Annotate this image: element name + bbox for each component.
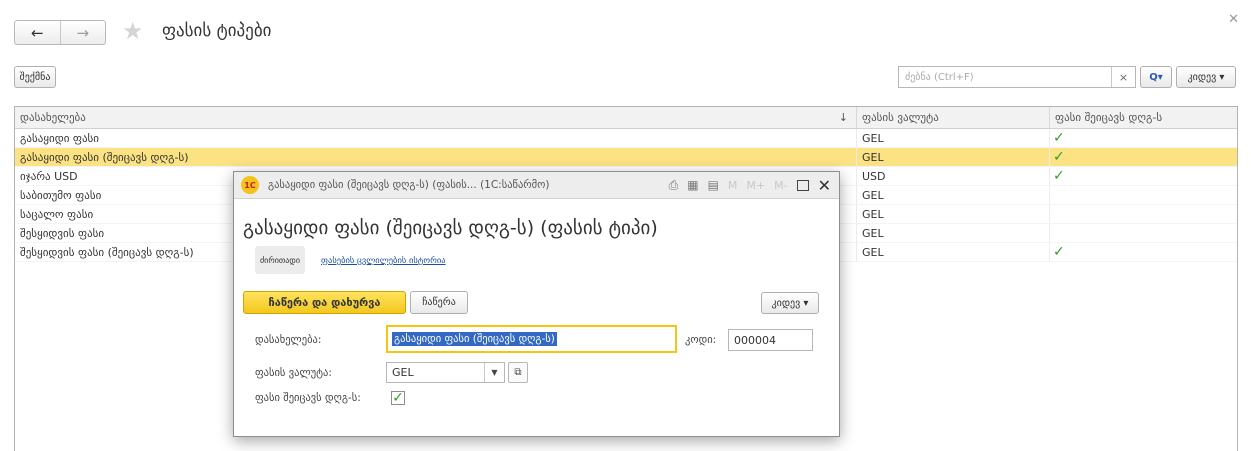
column-header-currency[interactable]: ფასის ვალუტა	[857, 107, 1050, 128]
history-navigation: ← →	[14, 20, 106, 45]
dialog-heading: გასაყიდი ფასი (შეიცავს დღგ-ს) (ფასის ტიპ…	[243, 217, 658, 239]
cell-currency: GEL	[857, 205, 1050, 223]
back-button[interactable]: ←	[15, 21, 60, 44]
tab-price-history[interactable]: ფასების ცვლილების ისტორია	[321, 256, 446, 266]
search-button[interactable]: Q▾	[1140, 66, 1172, 88]
name-value: გასაყიდი ფასი (შეიცავს დღგ-ს)	[392, 332, 557, 346]
more-button[interactable]: კიდევ ▾	[1176, 66, 1236, 88]
tab-main[interactable]: ძირითადი	[255, 246, 305, 274]
create-button[interactable]: შექმნა	[14, 66, 56, 88]
cell-vat	[1050, 224, 1237, 242]
memory-plus-button[interactable]: M+	[746, 179, 765, 192]
code-field[interactable]: 000004	[728, 329, 813, 351]
close-dialog-icon[interactable]: ✕	[818, 176, 831, 195]
titlebar-tools: ⎙ ▦ ▤ M M+ M- ✕	[669, 172, 831, 198]
table-row[interactable]: გასაყიდი ფასი GEL ✓	[15, 129, 1237, 148]
table-header: დასახელება ↓ ფასის ვალუტა ფასი შეიცავს დ…	[15, 107, 1237, 129]
dialog-window-title: გასაყიდი ფასი (შეიცავს დღგ-ს) (ფასის... …	[268, 179, 550, 191]
currency-value: GEL	[392, 366, 414, 379]
open-currency-icon[interactable]: ⧉	[508, 362, 528, 383]
maximize-icon[interactable]	[796, 179, 809, 191]
cell-currency: GEL	[857, 186, 1050, 204]
printer-icon[interactable]: ⎙	[669, 178, 679, 193]
dialog-more-button[interactable]: კიდევ ▾	[761, 292, 819, 314]
check-icon: ✓	[1053, 244, 1065, 260]
close-icon[interactable]: ✕	[1228, 12, 1239, 27]
cell-currency: GEL	[857, 224, 1050, 242]
check-icon: ✓	[1053, 130, 1065, 146]
clear-search-icon[interactable]: ×	[1111, 67, 1135, 87]
cell-vat	[1050, 186, 1237, 204]
arrow-right-icon: →	[76, 23, 90, 42]
column-header-name[interactable]: დასახელება ↓	[15, 107, 857, 128]
cell-name: გასაყიდი ფასი (შეიცავს დღგ-ს)	[15, 148, 857, 166]
arrow-left-icon: ←	[30, 23, 44, 42]
currency-select[interactable]: GEL ▼	[386, 362, 505, 383]
check-icon: ✓	[1053, 149, 1065, 165]
cell-vat	[1050, 205, 1237, 223]
code-label: კოდი:	[685, 334, 717, 346]
vat-included-label: ფასი შეიცავს დღგ-ს:	[255, 392, 361, 404]
page-title: ფასის ტიპები	[162, 21, 272, 41]
search-input[interactable]: ძებნა (Ctrl+F) ×	[898, 66, 1136, 88]
calendar-icon[interactable]: ▤	[708, 178, 719, 192]
memory-button[interactable]: M	[728, 179, 738, 192]
cell-currency: USD	[857, 167, 1050, 185]
column-header-vat[interactable]: ფასი შეიცავს დღგ-ს	[1050, 107, 1237, 128]
cell-name: გასაყიდი ფასი	[15, 129, 857, 147]
dialog-titlebar[interactable]: 1С გასაყიდი ფასი (შეიცავს დღგ-ს) (ფასის.…	[234, 172, 839, 199]
dropdown-arrow-icon[interactable]: ▼	[484, 363, 504, 382]
save-and-close-button[interactable]: ჩაწერა და დახურვა	[243, 291, 406, 314]
cell-currency: GEL	[857, 129, 1050, 147]
star-icon[interactable]: ★	[122, 16, 144, 46]
cell-currency: GEL	[857, 148, 1050, 166]
calculator-icon[interactable]: ▦	[687, 178, 698, 192]
1c-logo-icon: 1С	[241, 176, 259, 194]
check-icon: ✓	[1053, 168, 1065, 184]
memory-minus-button[interactable]: M-	[774, 179, 787, 192]
sort-arrow-icon: ↓	[838, 111, 848, 124]
vat-included-checkbox[interactable]: ✓	[391, 391, 405, 405]
name-field[interactable]: გასაყიდი ფასი (შეიცავს დღგ-ს)	[386, 325, 677, 353]
currency-label: ფასის ვალუტა:	[255, 367, 332, 379]
cell-currency: GEL	[857, 243, 1050, 261]
search-placeholder: ძებნა (Ctrl+F)	[905, 71, 974, 83]
forward-button[interactable]: →	[59, 21, 106, 44]
price-type-dialog: 1С გასაყიდი ფასი (შეიცავს დღგ-ს) (ფასის.…	[233, 171, 840, 437]
table-row-selected[interactable]: გასაყიდი ფასი (შეიცავს დღგ-ს) GEL ✓	[15, 148, 1237, 167]
name-label: დასახელება:	[255, 334, 322, 346]
save-button[interactable]: ჩაწერა	[410, 291, 468, 314]
